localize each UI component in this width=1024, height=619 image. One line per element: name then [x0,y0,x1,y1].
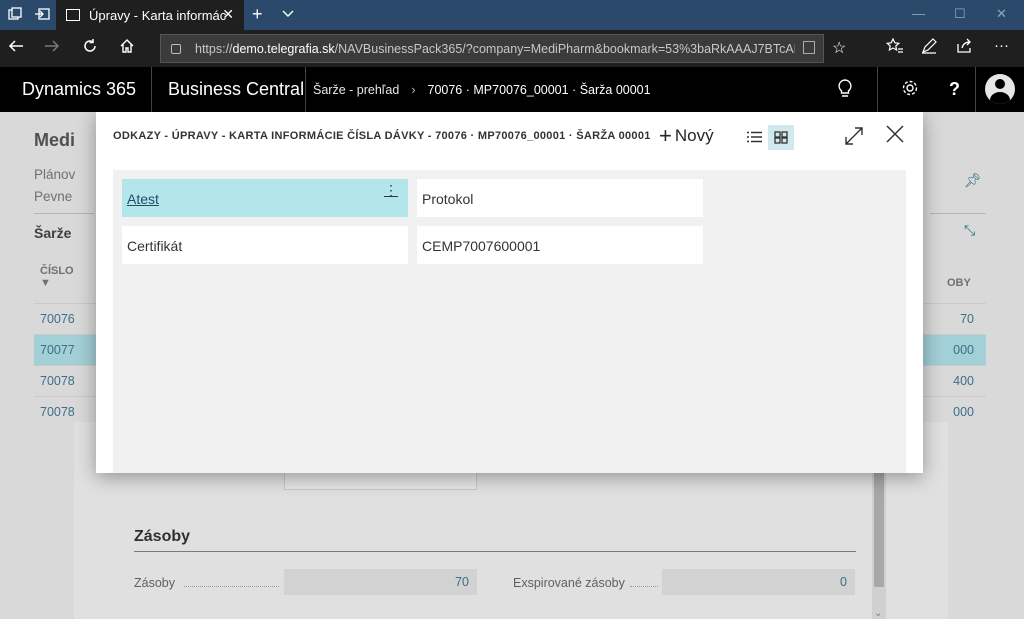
breadcrumb-item[interactable]: Šarže - prehľad [313,83,399,97]
help-icon[interactable]: ? [949,79,960,100]
leader-dots [184,586,279,587]
chevron-down-icon[interactable]: ⌄ [874,608,882,619]
page-title: Medi [34,130,76,150]
plus-icon[interactable]: + [252,4,263,25]
column-header: OBY [947,277,971,289]
breadcrumb-item[interactable]: 70076 · MP70076_00001 · Šarža 00001 [428,83,651,97]
link-tile[interactable]: Atest ⋮ [122,179,408,217]
field-value[interactable]: 70 [284,569,477,595]
pen-icon[interactable] [921,38,937,59]
row-lot-number[interactable]: 70078 [40,405,75,419]
reading-view-icon[interactable] [803,41,815,54]
row-value: 000 [953,405,974,419]
leader-dots [630,586,658,587]
gear-icon[interactable] [901,79,919,102]
favorite-star-icon[interactable]: ☆ [832,38,846,58]
url-text: https://demo.telegrafia.sk/NAVBusinessPa… [195,41,795,56]
window-close-icon[interactable]: ✕ [996,6,1007,22]
chevron-down-icon[interactable] [282,6,294,21]
close-icon[interactable] [885,124,905,149]
dialog-title: ODKAZY - ÚPRAVY - KARTA INFORMÁCIE ČÍSLA… [113,130,651,142]
chevron-right-icon: › [411,83,416,97]
row-value: 400 [953,374,974,388]
new-button-label: Nový [674,126,714,145]
set-aside-icon[interactable] [34,7,50,24]
tile-view-icon[interactable] [768,125,794,150]
brand-name[interactable]: Dynamics 365 [22,79,136,100]
browser-nav-bar: https://demo.telegrafia.sk/NAVBusinessPa… [0,30,1024,67]
section-title: Šarže [34,225,72,241]
links-dialog: ODKAZY - ÚPRAVY - KARTA INFORMÁCIE ČÍSLA… [96,112,923,473]
plus-icon: + [659,123,672,148]
pin-icon[interactable]: 📌︎ [964,172,982,189]
breadcrumb: Šarže - prehľad › 70076 · MP70076_00001 … [313,83,651,97]
lock-icon [171,43,181,54]
tab-actions-icon[interactable] [8,7,22,24]
section-title: Zásoby [134,528,191,545]
more-options-icon[interactable]: ⋮ [384,183,398,197]
forward-icon[interactable] [44,38,60,59]
link-tile[interactable]: Certifikát [122,226,408,264]
row-lot-number[interactable]: 70078 [40,374,75,388]
divider [877,67,878,112]
row-lot-number[interactable]: 70076 [40,312,75,326]
close-icon[interactable]: ✕ [222,6,234,23]
info-line: Pevne [34,189,73,204]
row-value: 000 [953,343,974,357]
tab-page-icon [66,9,80,21]
expand-icon[interactable] [844,126,864,152]
divider [975,67,976,112]
maximize-icon[interactable]: ☐ [954,6,966,22]
link-tile-label: Protokol [422,191,474,207]
field-box [284,472,477,490]
refresh-icon[interactable] [82,38,98,59]
link-tile[interactable]: CEMP7007600001 [417,226,703,264]
column-header[interactable]: ČÍSLO ▼ [40,265,74,289]
new-button[interactable]: + Nový [659,123,714,148]
field-label: Zásoby [134,576,175,590]
scrollbar[interactable]: ⌄ [872,467,886,619]
row-value: 70 [960,312,974,326]
divider [151,67,152,112]
app-bar: Dynamics 365 Business Central Šarže - pr… [0,67,1024,112]
module-name[interactable]: Business Central [168,79,304,100]
avatar[interactable] [985,74,1015,104]
divider [34,213,94,214]
tiles-area: Atest ⋮ Protokol Certifikát CEMP70076000… [113,170,906,473]
back-icon[interactable] [8,38,24,59]
minimize-icon[interactable]: — [912,6,925,21]
home-icon[interactable] [119,38,135,59]
divider [134,551,856,552]
link-tile-label: CEMP7007600001 [422,238,541,254]
browser-tab[interactable]: Úpravy - Karta informác ✕ [56,0,244,30]
collapse-icon[interactable]: ⤡ [964,222,975,239]
favorites-hub-icon[interactable] [885,37,903,59]
scrollbar-thumb[interactable] [874,467,884,587]
lightbulb-icon[interactable] [837,79,853,104]
field-value[interactable]: 0 [662,569,855,595]
divider [930,213,986,214]
tab-title: Úpravy - Karta informác [89,7,227,23]
more-icon[interactable]: ··· [994,37,1009,54]
list-view-icon[interactable] [747,130,762,143]
address-bar[interactable]: https://demo.telegrafia.sk/NAVBusinessPa… [160,34,824,63]
info-line: Plánov [34,167,76,182]
field-label: Exspirované zásoby [513,576,625,590]
browser-tab-bar: Úpravy - Karta informác ✕ + — ☐ ✕ [0,0,1024,30]
link-tile-label: Certifikát [127,238,183,254]
row-lot-number[interactable]: 70077 [40,343,75,357]
link-tile[interactable]: Protokol [417,179,703,217]
share-icon[interactable] [957,38,974,59]
link-tile-label[interactable]: Atest [127,191,159,207]
divider [305,67,306,112]
